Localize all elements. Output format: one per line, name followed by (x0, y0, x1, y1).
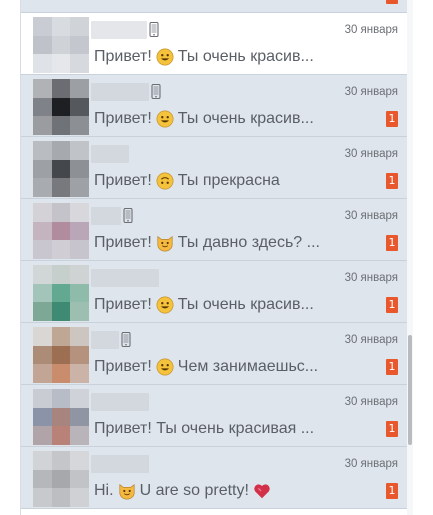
conversation-row[interactable]: 30 января Привет! Ты прекрасна 1 (21, 137, 408, 199)
upside-down-face-icon (152, 172, 178, 190)
page-left-margin (0, 0, 20, 515)
preview-text-end: Ты очень красив... (177, 110, 314, 127)
avatar (33, 79, 89, 135)
message-preview: Привет! Чем занимаешьс... (94, 358, 318, 376)
conversation-row[interactable]: 30 января Привет! Чем занимаешьс... 1 (21, 323, 408, 385)
unread-count-badge: 1 (386, 173, 398, 189)
grinning-face-icon (152, 110, 178, 128)
grinning-face-icon (152, 48, 178, 66)
contact-name-blurred (91, 455, 149, 473)
preview-text-start: Hi. (94, 482, 114, 499)
message-date: 30 января (344, 86, 398, 98)
cat-face-icon (152, 234, 178, 252)
message-date: 30 января (344, 272, 398, 284)
message-preview: Привет! Ты очень красивая ... (94, 420, 314, 438)
message-date: 30 января (344, 458, 398, 470)
previous-conversation-partial[interactable] (21, 0, 408, 13)
preview-text-start: Привет! (94, 110, 152, 127)
contact-name-blurred (91, 145, 129, 163)
message-preview: Привет! Ты прекрасна (94, 172, 280, 190)
avatar (33, 265, 89, 321)
message-preview: Hi. U are so pretty! (94, 482, 275, 500)
unread-count-badge: 1 (386, 359, 398, 375)
unread-count-badge: 1 (386, 297, 398, 313)
conversation-row[interactable]: 30 января Привет! Ты очень красивая ... 1 (21, 385, 408, 447)
conversation-row[interactable]: 30 января Hi. U are so pretty! 1 (21, 447, 408, 509)
preview-text-start: Привет! (94, 234, 152, 251)
contact-name-blurred (91, 207, 121, 225)
scrollbar-thumb[interactable] (408, 335, 412, 445)
avatar (33, 451, 89, 507)
preview-text-start: Привет! (94, 358, 152, 375)
avatar (33, 327, 89, 383)
mobile-phone-icon (149, 21, 159, 38)
conversation-row[interactable]: 30 января Привет! Ты давно здесь? ... 1 (21, 199, 408, 261)
preview-text-end: Ты очень красив... (177, 48, 314, 65)
unread-count-badge: 1 (386, 483, 398, 499)
message-date: 30 января (344, 334, 398, 346)
message-preview: Привет! Ты очень красив... (94, 296, 314, 314)
avatar (33, 17, 89, 73)
cat-face-icon (114, 482, 140, 500)
page-right-margin (413, 0, 433, 515)
contact-name-blurred (91, 269, 159, 287)
unread-badge (386, 0, 398, 4)
grinning-face-icon (152, 296, 178, 314)
message-preview: Привет! Ты очень красив... (94, 110, 314, 128)
message-date: 30 января (344, 396, 398, 408)
message-date: 30 января (344, 24, 398, 36)
message-preview: Привет! Ты давно здесь? ... (94, 234, 320, 252)
preview-text-end: Чем занимаешьс... (177, 358, 319, 375)
mobile-phone-icon (121, 331, 131, 348)
conversation-row[interactable]: 30 января Привет! Ты очень красив... (21, 13, 408, 75)
preview-text-end: Ты очень красив... (177, 296, 314, 313)
mobile-phone-icon (151, 83, 161, 100)
conversation-row[interactable]: 30 января Привет! Ты очень красив... 1 (21, 261, 408, 323)
preview-text-end: U are so pretty! (139, 482, 249, 499)
preview-text-end: Ты прекрасна (177, 172, 280, 189)
preview-text-start: Привет! Ты очень красивая ... (94, 420, 315, 437)
conversation-list[interactable]: 30 января Привет! Ты очень красив... 30 янв… (20, 0, 408, 515)
conversation-row[interactable]: 30 января Привет! Ты очень красив... 1 (21, 75, 408, 137)
preview-text-start: Привет! (94, 48, 152, 65)
message-date: 30 января (344, 148, 398, 160)
unread-count-badge: 1 (386, 111, 398, 127)
preview-text-start: Привет! (94, 296, 152, 313)
unread-count-badge: 1 (386, 421, 398, 437)
avatar (33, 203, 89, 259)
heart-icon (249, 482, 275, 500)
contact-name-blurred (91, 83, 149, 101)
avatar (33, 389, 89, 445)
contact-name-blurred (91, 21, 147, 39)
preview-text-start: Привет! (94, 172, 152, 189)
grinning-face-icon (152, 358, 178, 376)
unread-count-badge: 1 (386, 235, 398, 251)
message-date: 30 января (344, 210, 398, 222)
mobile-phone-icon (123, 207, 133, 224)
preview-text-end: Ты давно здесь? ... (177, 234, 320, 251)
contact-name-blurred (91, 331, 119, 349)
avatar (33, 141, 89, 197)
contact-name-blurred (91, 393, 149, 411)
message-preview: Привет! Ты очень красив... (94, 48, 314, 66)
